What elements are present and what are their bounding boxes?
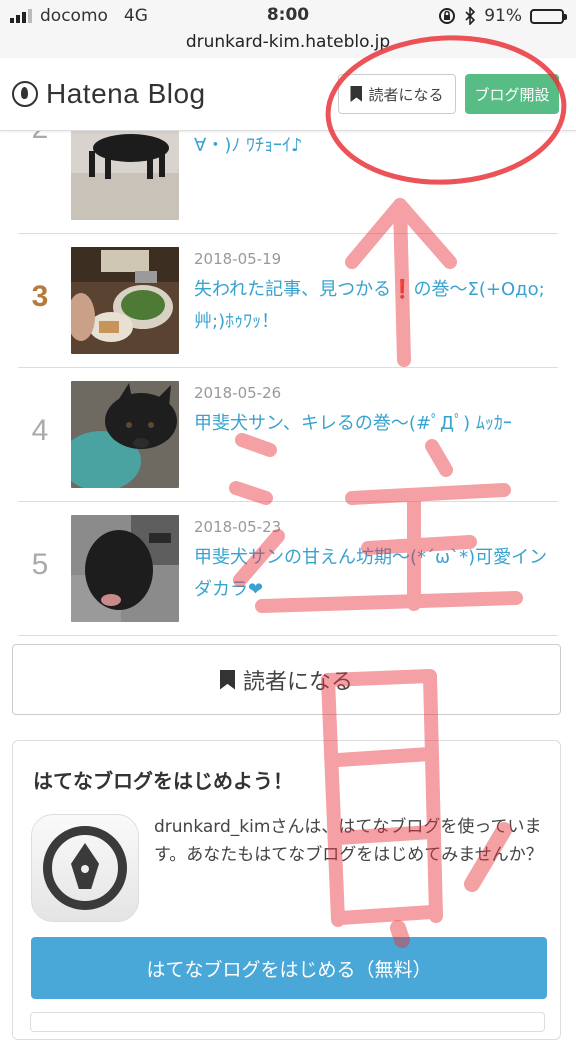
article-title[interactable]: 甲斐犬サンの甘えん坊期～(*´ω`*)可愛インダカラ❤ <box>194 542 558 606</box>
rank-number: 5 <box>31 548 49 581</box>
status-bar: docomo 4G 8:00 91% <box>0 0 576 30</box>
article-date: 2018-05-19 <box>194 250 282 268</box>
ranking-row[interactable]: 4 2018-05-26 甲斐犬サン、キレるの巻～(#ﾟДﾟ) ﾑｯｶｰ <box>18 368 558 502</box>
article-title[interactable]: 失われた記事、見つかる❗の巻～Σ(+Oдo;艸;)ﾎｩﾜｯ！ <box>194 274 558 338</box>
hatena-pen-icon <box>12 81 38 107</box>
hatena-blog-app-icon <box>31 814 139 922</box>
article-thumbnail[interactable] <box>71 381 179 488</box>
ranking-row[interactable]: 5 2018-05-23 甲斐犬サンの甘えん坊期～(*´ω`*)可愛インダカラ❤ <box>18 502 558 636</box>
rank-number: 3 <box>31 280 49 313</box>
subscribe-large-label: 読者になる <box>242 669 353 695</box>
promo-description: drunkard_kimさんは、はてなブログを使っています。あなたもはてなブログ… <box>154 817 543 865</box>
bookmark-icon <box>350 86 363 102</box>
exclamation-icon: ❗ <box>391 279 414 300</box>
subscribe-large-button[interactable]: 読者になる <box>12 644 561 715</box>
ranking-row[interactable]: 3 2018-05-19 失われた記事、見つかる❗の巻～Σ(+Oдo;艸;)ﾎｩ… <box>18 234 558 368</box>
rank-number: 4 <box>31 414 49 447</box>
subscribe-button[interactable]: 読者になる <box>338 74 456 114</box>
cta-label: はてなブログをはじめる（無料） <box>146 958 432 981</box>
start-blog-free-button[interactable]: はてなブログをはじめる（無料） <box>31 937 547 999</box>
article-thumbnail[interactable] <box>71 247 179 354</box>
promo-heading: はてなブログをはじめよう！ <box>33 769 293 793</box>
article-title[interactable]: 甲斐犬サン、キレるの巻～(#ﾟДﾟ) ﾑｯｶｰ <box>194 408 558 440</box>
bluetooth-icon <box>465 7 476 25</box>
subscribe-label: 読者になる <box>368 85 444 104</box>
site-header: Hatena Blog 読者になる ブログ開設 <box>0 58 576 131</box>
ranking-list: 2 ∀・)ﾉ ﾜﾁｮｰｲ♪ 3 2018-05-19 失われた記事、見つかる❗の… <box>18 100 558 636</box>
article-title-text: 失われた記事、見つかる <box>194 279 392 300</box>
next-card <box>30 1012 545 1032</box>
lock-rotation-icon <box>439 8 456 24</box>
article-thumbnail[interactable] <box>71 515 179 622</box>
bookmark-icon <box>219 669 235 690</box>
hatena-blog-logo[interactable]: Hatena Blog <box>12 78 206 110</box>
start-blog-button[interactable]: ブログ開設 <box>465 74 559 114</box>
logo-text: Hatena Blog <box>46 78 206 109</box>
heart-icon: ❤ <box>248 579 264 600</box>
start-blog-label: ブログ開設 <box>474 85 550 104</box>
article-title-text: 甲斐犬サンの甘えん坊期～(*´ω`*)可愛インダカラ <box>194 547 548 600</box>
promo-card: はてなブログをはじめよう！ drunkard_kimさんは、はてなブログを使って… <box>12 740 561 1040</box>
address-bar[interactable]: drunkard-kim.hateblo.jp <box>0 30 576 58</box>
url-text: drunkard-kim.hateblo.jp <box>185 32 391 52</box>
battery-icon <box>530 8 567 24</box>
article-title[interactable]: ∀・)ﾉ ﾜﾁｮｰｲ♪ <box>194 130 558 162</box>
article-date: 2018-05-26 <box>194 384 282 402</box>
article-date: 2018-05-23 <box>194 518 282 536</box>
battery-percent: 91% <box>484 6 522 26</box>
